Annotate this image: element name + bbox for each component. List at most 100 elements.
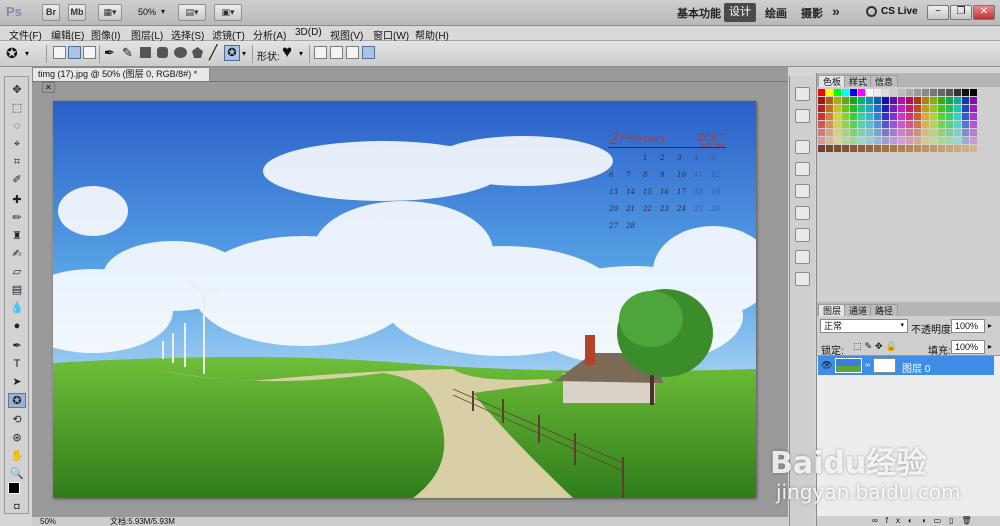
swatch[interactable]: [850, 121, 857, 128]
swatch[interactable]: [898, 113, 905, 120]
workspace-design[interactable]: 设计: [724, 3, 756, 22]
swatch[interactable]: [818, 113, 825, 120]
custom-shape-icon[interactable]: ✪: [224, 45, 240, 61]
swatch[interactable]: [850, 145, 857, 152]
screen-mode-button[interactable]: ▣▾: [214, 4, 242, 21]
swatch[interactable]: [906, 105, 913, 112]
tab-info[interactable]: 信息: [870, 75, 899, 87]
canvas-image[interactable]: 2 February 2017 农历丁酉年 123456789101112131…: [53, 101, 756, 498]
close-button[interactable]: ✕: [973, 5, 995, 20]
swatch[interactable]: [922, 121, 929, 128]
fill-arrow-icon[interactable]: ▸: [988, 342, 992, 351]
swatch[interactable]: [962, 137, 969, 144]
swatch[interactable]: [922, 113, 929, 120]
swatch[interactable]: [946, 97, 953, 104]
3d-orbit-tool-icon[interactable]: ⊛: [8, 431, 26, 446]
swatch[interactable]: [930, 113, 937, 120]
menu-layer[interactable]: 图层(L): [131, 27, 163, 42]
swatch[interactable]: [842, 129, 849, 136]
marquee-tool-icon[interactable]: ⬚: [8, 101, 26, 116]
cslive-button[interactable]: CS Live: [881, 6, 918, 17]
swatch[interactable]: [962, 105, 969, 112]
swatch[interactable]: [938, 145, 945, 152]
swatch[interactable]: [818, 129, 825, 136]
swatch[interactable]: [882, 145, 889, 152]
swatch[interactable]: [826, 105, 833, 112]
exclude-shape-button[interactable]: [362, 46, 375, 59]
swatch[interactable]: [898, 97, 905, 104]
swatch[interactable]: [970, 97, 977, 104]
swatch[interactable]: [906, 97, 913, 104]
ellipse-shape-icon[interactable]: [174, 47, 187, 58]
swatch[interactable]: [850, 113, 857, 120]
menu-select[interactable]: 选择(S): [171, 27, 204, 42]
swatch[interactable]: [858, 97, 865, 104]
workspace-photography[interactable]: 摄影: [801, 5, 823, 21]
workspace-painting[interactable]: 绘画: [765, 5, 787, 21]
swatch[interactable]: [818, 105, 825, 112]
swatch[interactable]: [842, 97, 849, 104]
swatch[interactable]: [938, 105, 945, 112]
swatch[interactable]: [874, 137, 881, 144]
eraser-tool-icon[interactable]: ▱: [8, 265, 26, 280]
swatch[interactable]: [842, 121, 849, 128]
blend-mode-select[interactable]: 正常 ▾: [820, 319, 908, 333]
bridge-button[interactable]: Br: [42, 4, 60, 21]
swatch[interactable]: [914, 97, 921, 104]
swatch[interactable]: [866, 105, 873, 112]
swatch[interactable]: [858, 137, 865, 144]
swatch[interactable]: [882, 105, 889, 112]
swatch[interactable]: [946, 145, 953, 152]
swatch[interactable]: [834, 145, 841, 152]
swatch[interactable]: [826, 97, 833, 104]
swatch[interactable]: [962, 113, 969, 120]
fill-pixels-button[interactable]: [83, 46, 96, 59]
swatch[interactable]: [890, 105, 897, 112]
swatch[interactable]: [826, 89, 833, 96]
swatch[interactable]: [850, 129, 857, 136]
swatch[interactable]: [962, 89, 969, 96]
swatch[interactable]: [954, 105, 961, 112]
lock-icons[interactable]: ⬚✎✥🔒: [853, 341, 900, 352]
swatch[interactable]: [866, 121, 873, 128]
menu-file[interactable]: 文件(F): [9, 27, 42, 42]
crop-tool-icon[interactable]: ⌗: [8, 155, 26, 170]
swatch[interactable]: [914, 137, 921, 144]
path-selection-tool-icon[interactable]: ➤: [8, 375, 26, 390]
swatch[interactable]: [834, 105, 841, 112]
brush-tool-icon[interactable]: ✏: [8, 211, 26, 226]
swatch[interactable]: [906, 113, 913, 120]
lasso-tool-icon[interactable]: ◌: [8, 119, 26, 134]
swatch[interactable]: [938, 89, 945, 96]
swatch[interactable]: [906, 121, 913, 128]
swatch[interactable]: [970, 121, 977, 128]
quick-select-tool-icon[interactable]: ⌖: [8, 137, 26, 152]
swatch[interactable]: [930, 121, 937, 128]
swatch[interactable]: [938, 97, 945, 104]
menu-filter[interactable]: 滤镜(T): [212, 27, 245, 42]
menu-3d[interactable]: 3D(D): [295, 27, 322, 38]
opacity-arrow-icon[interactable]: ▸: [988, 321, 992, 330]
swatch[interactable]: [882, 89, 889, 96]
zoom-level[interactable]: 50%: [138, 7, 156, 17]
tool-presets-icon[interactable]: [795, 272, 810, 286]
fill-input[interactable]: 100%: [951, 340, 985, 354]
swatch[interactable]: [906, 137, 913, 144]
swatch[interactable]: [946, 105, 953, 112]
swatch[interactable]: [962, 97, 969, 104]
swatch[interactable]: [938, 129, 945, 136]
image-icon[interactable]: [795, 206, 810, 220]
swatch[interactable]: [890, 129, 897, 136]
swatch[interactable]: [954, 89, 961, 96]
swatch[interactable]: [914, 129, 921, 136]
rounded-rectangle-shape-icon[interactable]: [157, 47, 168, 58]
swatch[interactable]: [818, 89, 825, 96]
tab-styles[interactable]: 样式: [844, 75, 873, 87]
swatch[interactable]: [866, 113, 873, 120]
swatch[interactable]: [938, 113, 945, 120]
swatch[interactable]: [914, 113, 921, 120]
workspace-essentials[interactable]: 基本功能: [677, 5, 721, 21]
swatch[interactable]: [946, 89, 953, 96]
blur-tool-icon[interactable]: 💧: [8, 301, 26, 316]
swatch[interactable]: [826, 113, 833, 120]
